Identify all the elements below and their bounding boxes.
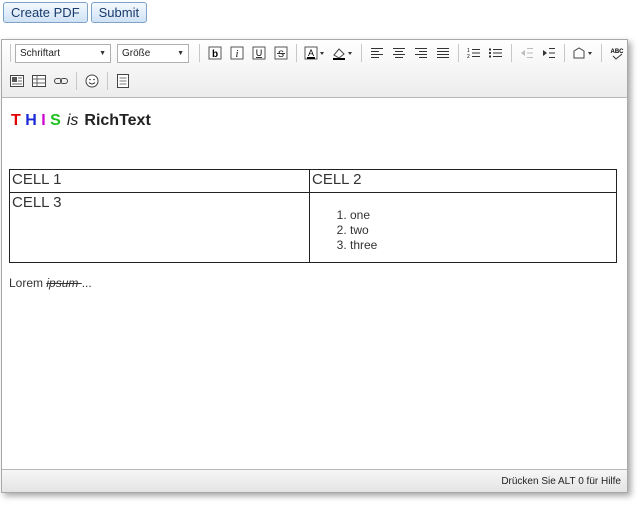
heading-letter: H xyxy=(25,112,37,129)
list-item: two xyxy=(350,223,614,238)
chevron-down-icon: ▼ xyxy=(99,49,106,57)
link-icon[interactable] xyxy=(51,71,71,91)
table-row: CELL 3 one two three xyxy=(9,192,617,263)
ordered-list: one two three xyxy=(312,208,614,253)
toolbar-row-1: Schriftart ▼ Größe ▼ b i U S A 12 xyxy=(6,42,628,64)
align-left-icon[interactable] xyxy=(367,43,387,63)
strikethrough-icon[interactable]: S xyxy=(271,43,291,63)
ordered-list-icon[interactable]: 12 xyxy=(464,43,484,63)
unordered-list-icon[interactable] xyxy=(486,43,506,63)
svg-text:A: A xyxy=(308,48,314,58)
submit-button[interactable]: Submit xyxy=(90,2,148,23)
content-table: CELL 1 CELL 2 CELL 3 one two three xyxy=(9,169,617,263)
table-cell: CELL 3 xyxy=(9,192,310,263)
italic-icon[interactable]: i xyxy=(227,43,247,63)
toolbar-row-2 xyxy=(6,70,134,92)
heading-is: is xyxy=(66,112,79,129)
bold-icon[interactable]: b xyxy=(205,43,225,63)
lorem-struck: ipsum xyxy=(46,276,82,290)
font-family-select[interactable]: Schriftart ▼ xyxy=(15,43,111,63)
font-family-select-value: Schriftart xyxy=(20,47,61,59)
align-center-icon[interactable] xyxy=(389,43,409,63)
emoji-icon[interactable] xyxy=(82,71,102,91)
align-right-icon[interactable] xyxy=(411,43,431,63)
rich-text-editor: Schriftart ▼ Größe ▼ b i U S A 12 xyxy=(1,39,628,493)
spellcheck-icon[interactable]: ABC xyxy=(607,43,627,63)
table-cell: CELL 1 xyxy=(9,169,310,193)
outdent-icon[interactable] xyxy=(517,43,537,63)
create-pdf-button[interactable]: Create PDF xyxy=(3,2,88,23)
svg-text:i: i xyxy=(236,49,239,60)
heading-colored-letters: T H I S xyxy=(11,112,61,130)
lorem-end: ... xyxy=(81,276,92,290)
indent-icon[interactable] xyxy=(539,43,559,63)
top-button-bar: Create PDF Submit xyxy=(3,2,148,23)
image-icon[interactable] xyxy=(7,71,27,91)
heading-text: T H I S is RichText xyxy=(11,112,151,130)
heading-letter: T xyxy=(11,112,21,129)
heading-richtext: RichText xyxy=(84,112,151,129)
status-bar: Drücken Sie ALT 0 für Hilfe xyxy=(2,469,627,492)
list-item: three xyxy=(350,238,614,253)
table-cell: one two three xyxy=(309,192,617,263)
svg-text:U: U xyxy=(256,48,263,58)
underline-icon[interactable]: U xyxy=(249,43,269,63)
heading-letter: S xyxy=(50,112,61,129)
highlight-color-icon[interactable] xyxy=(330,43,356,63)
svg-text:2: 2 xyxy=(467,54,470,59)
font-size-select[interactable]: Größe ▼ xyxy=(117,43,189,63)
chevron-down-icon: ▼ xyxy=(177,49,184,57)
paragraph-format-icon[interactable] xyxy=(570,43,596,63)
svg-text:b: b xyxy=(212,49,218,60)
status-help-text: Drücken Sie ALT 0 für Hilfe xyxy=(501,475,621,487)
lorem-paragraph: Lorem ipsum ... xyxy=(9,276,92,290)
source-icon[interactable] xyxy=(113,71,133,91)
list-item: one xyxy=(350,208,614,223)
table-cell: CELL 2 xyxy=(309,169,617,193)
editor-toolbar: Schriftart ▼ Größe ▼ b i U S A 12 xyxy=(2,40,627,98)
table-icon[interactable] xyxy=(29,71,49,91)
justify-icon[interactable] xyxy=(433,43,453,63)
font-size-select-value: Größe xyxy=(122,47,151,59)
font-color-icon[interactable]: A xyxy=(302,43,328,63)
table-row: CELL 1 CELL 2 xyxy=(9,169,617,193)
lorem-plain: Lorem xyxy=(9,276,47,290)
heading-letter: I xyxy=(41,112,46,129)
editor-content-area[interactable]: T H I S is RichText CELL 1 CELL 2 CELL 3… xyxy=(2,99,627,470)
